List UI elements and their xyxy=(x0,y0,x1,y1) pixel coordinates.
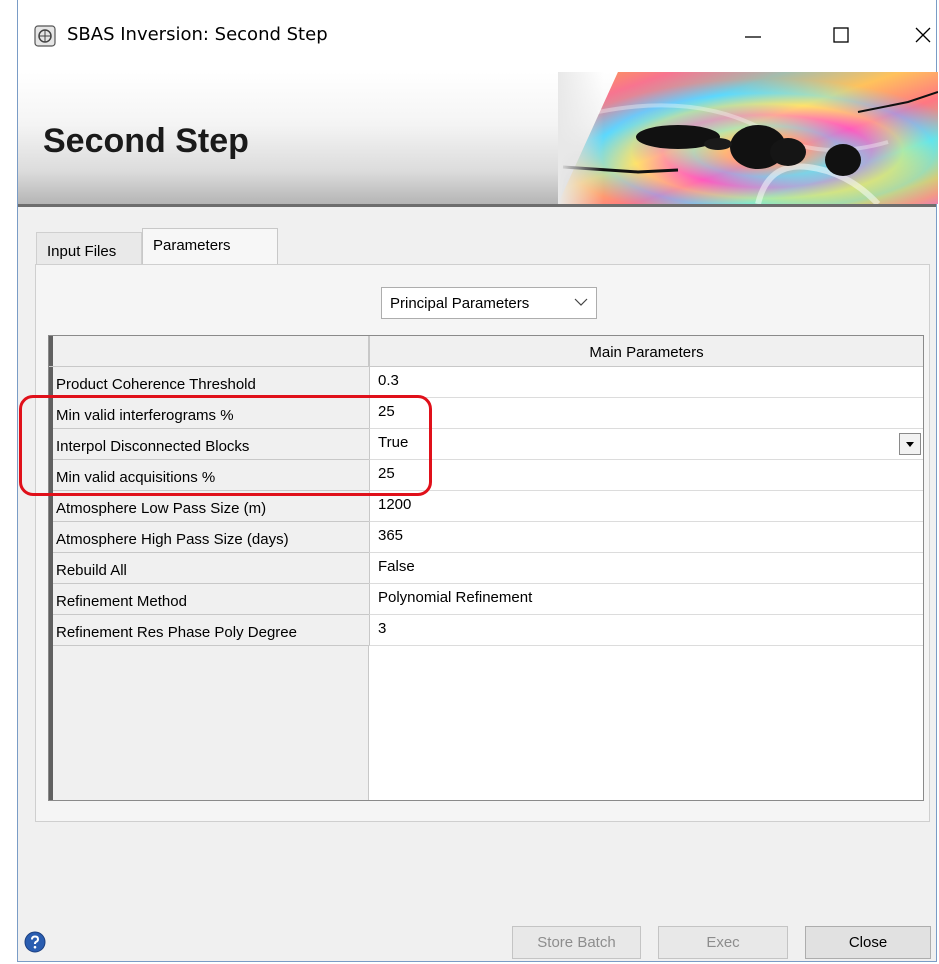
maximize-button[interactable] xyxy=(821,18,861,52)
row-value-dropdown[interactable]: True xyxy=(369,429,923,460)
row-label: Rebuild All xyxy=(53,553,369,584)
row-value[interactable]: 25 xyxy=(369,460,923,491)
row-value[interactable]: 0.3 xyxy=(369,367,923,398)
close-window-button[interactable] xyxy=(903,18,939,52)
store-batch-button[interactable]: Store Batch xyxy=(512,926,641,959)
row-label: Min valid interferograms % xyxy=(53,398,369,429)
parameters-table: Main Parameters Product Coherence Thresh… xyxy=(48,335,924,801)
triangle-down-icon xyxy=(906,442,914,447)
row-label: Atmosphere Low Pass Size (m) xyxy=(53,491,369,522)
minimize-button[interactable] xyxy=(733,18,773,52)
sbas-window: SBAS Inversion: Second Step Second Step xyxy=(17,0,938,962)
table-row: Interpol Disconnected Blocks True xyxy=(49,429,923,460)
parameters-panel: Principal Parameters Main Parameters Pro… xyxy=(35,264,930,822)
row-label: Min valid acquisitions % xyxy=(53,460,369,491)
minimize-icon xyxy=(745,36,761,38)
header-banner: Second Step xyxy=(18,72,938,207)
row-label: Atmosphere High Pass Size (days) xyxy=(53,522,369,553)
table-row: Min valid interferograms % 25 xyxy=(49,398,923,429)
banner-title: Second Step xyxy=(43,122,249,160)
chevron-down-icon xyxy=(574,298,588,306)
app-icon xyxy=(34,25,56,47)
dropdown-value: True xyxy=(378,434,409,451)
dropdown-button[interactable] xyxy=(899,433,921,455)
row-label: Refinement Res Phase Poly Degree xyxy=(53,615,369,646)
row-value[interactable]: False xyxy=(369,553,923,584)
table-row: Atmosphere High Pass Size (days) 365 xyxy=(49,522,923,553)
row-label: Product Coherence Threshold xyxy=(53,367,369,398)
corner-header xyxy=(49,336,369,367)
row-value[interactable]: 365 xyxy=(369,522,923,553)
maximize-icon xyxy=(833,27,849,43)
table-row: Refinement Method Polynomial Refinement xyxy=(49,584,923,615)
parameter-set-value: Principal Parameters xyxy=(390,295,530,312)
interferogram-image xyxy=(558,72,938,204)
close-icon xyxy=(915,27,931,43)
row-value[interactable]: 1200 xyxy=(369,491,923,522)
parameter-set-select[interactable]: Principal Parameters xyxy=(381,287,597,319)
table-row: Min valid acquisitions % 25 xyxy=(49,460,923,491)
table-row: Atmosphere Low Pass Size (m) 1200 xyxy=(49,491,923,522)
close-button[interactable]: Close xyxy=(805,926,931,959)
row-value[interactable]: Polynomial Refinement xyxy=(369,584,923,615)
row-value[interactable]: 3 xyxy=(369,615,923,646)
row-label: Refinement Method xyxy=(53,584,369,615)
exec-button[interactable]: Exec xyxy=(658,926,788,959)
row-value[interactable]: 25 xyxy=(369,398,923,429)
table-row: Product Coherence Threshold 0.3 xyxy=(49,367,923,398)
tab-input-files[interactable]: Input Files xyxy=(36,232,142,265)
tab-parameters[interactable]: Parameters xyxy=(142,228,278,264)
column-header: Main Parameters xyxy=(369,336,923,367)
window-title: SBAS Inversion: Second Step xyxy=(67,24,328,45)
table-row: Refinement Res Phase Poly Degree 3 xyxy=(49,615,923,646)
table-row: Rebuild All False xyxy=(49,553,923,584)
help-icon[interactable] xyxy=(24,931,46,953)
title-bar[interactable]: SBAS Inversion: Second Step xyxy=(18,0,936,72)
row-label: Interpol Disconnected Blocks xyxy=(53,429,369,460)
